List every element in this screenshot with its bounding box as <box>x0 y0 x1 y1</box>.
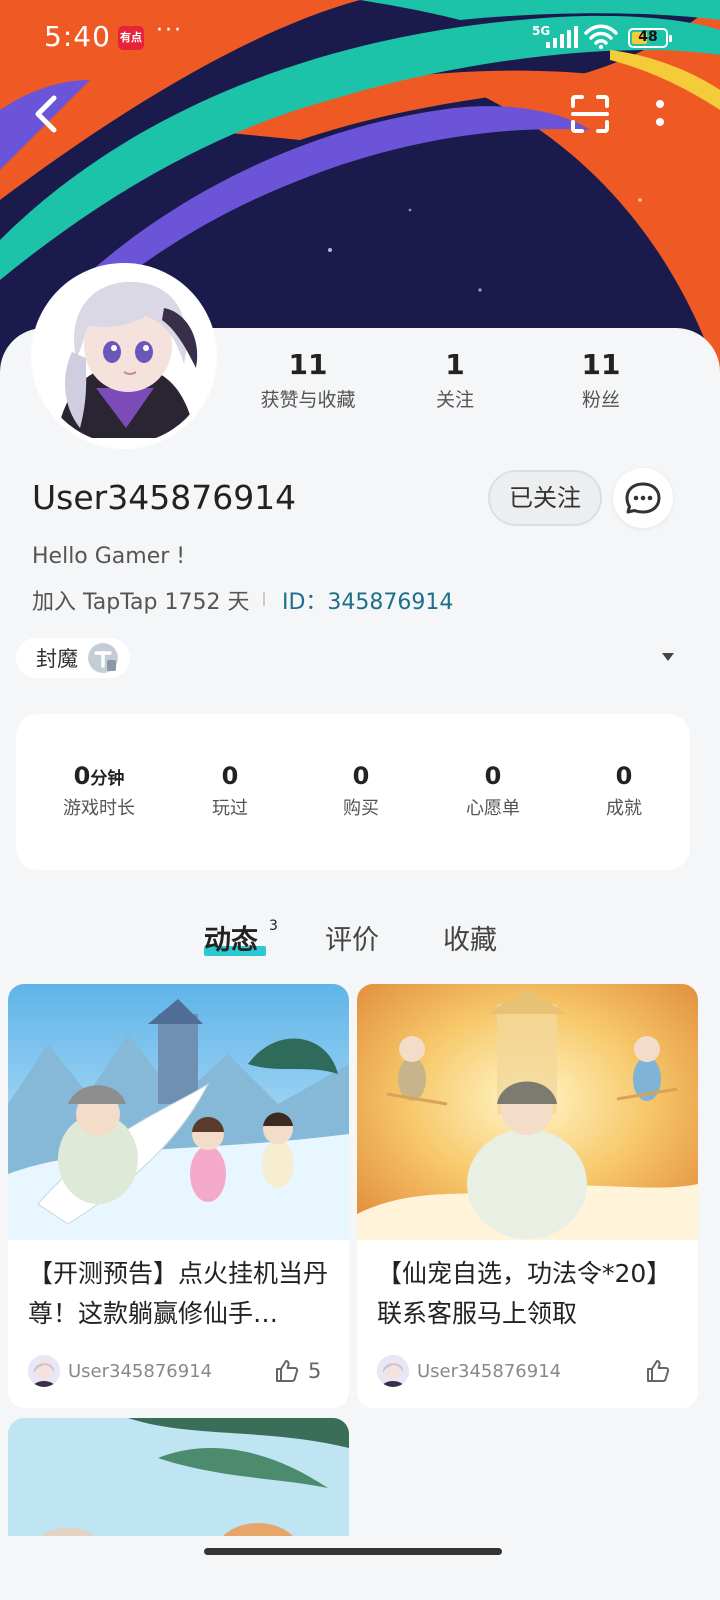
stat-label: 关注 <box>435 389 474 411</box>
wifi-icon <box>584 24 618 50</box>
likes-favorites-stat[interactable]: 11 获赞与收藏 <box>238 348 378 412</box>
following-button[interactable]: 已关注 <box>488 470 602 526</box>
stat-value: 11 <box>288 348 328 381</box>
achievements-stat[interactable]: 0 成就 <box>559 762 689 820</box>
home-indicator[interactable] <box>204 1548 502 1555</box>
like-button[interactable]: 5 <box>274 1358 321 1384</box>
wishlist-stat[interactable]: 0 心愿单 <box>428 762 558 820</box>
thumbs-up-icon <box>276 1360 299 1382</box>
followers-stat[interactable]: 11 粉丝 <box>531 348 671 412</box>
stat-label: 获赞与收藏 <box>260 389 356 411</box>
more-notifications-icon: ··· <box>156 18 183 43</box>
tab-activity[interactable]: 动态 <box>204 918 258 957</box>
playtime-stat[interactable]: 0分钟 游戏时长 <box>34 762 164 820</box>
author-avatar <box>28 1355 60 1387</box>
post-title: 【仙宠自选，功法令*20】联系客服马上领取 <box>377 1259 672 1328</box>
stat-label: 玩过 <box>212 798 248 819</box>
post-author[interactable]: User345876914 <box>28 1354 212 1388</box>
gesture-area <box>0 1536 720 1600</box>
stat-value: 0 <box>221 762 239 790</box>
purchased-stat[interactable]: 0 购买 <box>296 762 426 820</box>
like-button[interactable] <box>645 1358 679 1384</box>
signal-icon <box>546 26 578 48</box>
tag-label: 封魔 <box>36 647 78 671</box>
stat-label: 游戏时长 <box>63 798 135 819</box>
stat-unit: 分钟 <box>90 769 125 789</box>
post-cover-image <box>8 984 349 1240</box>
profile-sheet <box>0 328 720 1600</box>
post-card[interactable]: 【仙宠自选，功法令*20】联系客服马上领取 User345876914 <box>357 984 698 1408</box>
author-name: User345876914 <box>417 1360 562 1382</box>
stat-value: 1 <box>445 348 465 381</box>
user-tag[interactable]: 封魔 <box>16 638 130 678</box>
following-stat[interactable]: 1 关注 <box>385 348 525 412</box>
tab-reviews[interactable]: 评价 <box>325 918 379 957</box>
tab-favorites[interactable]: 收藏 <box>443 918 497 957</box>
stat-value: 11 <box>581 348 621 381</box>
user-bio: Hello Gamer ! <box>32 544 186 569</box>
stat-label: 购买 <box>343 798 379 819</box>
message-button[interactable] <box>613 468 673 528</box>
stat-value: 0 <box>73 762 91 790</box>
chat-bubble-icon <box>625 482 661 514</box>
user-id[interactable]: ID：345876914 <box>282 584 453 616</box>
level-badge-icon <box>88 643 118 673</box>
join-duration: 加入 TapTap 1752 天 <box>32 590 250 615</box>
stat-value: 0 <box>615 762 633 790</box>
battery-level: 48 <box>638 29 658 45</box>
back-arrow-icon[interactable] <box>28 92 68 136</box>
game-stats-card: 0分钟 游戏时长 0 玩过 0 购买 0 心愿单 0 成就 <box>16 714 690 870</box>
tab-activity-count: 3 <box>269 918 278 934</box>
stat-label: 成就 <box>606 798 642 819</box>
status-time: 5:40 <box>44 20 111 53</box>
post-cover-image <box>357 984 698 1240</box>
username: User345876914 <box>32 478 297 517</box>
battery-icon: 48 <box>628 28 672 48</box>
stat-label: 粉丝 <box>581 389 620 411</box>
stat-value: 0 <box>484 762 502 790</box>
post-title: 【开测预告】点火挂机当丹尊！这款躺赢修仙手… <box>28 1259 329 1328</box>
played-stat[interactable]: 0 玩过 <box>165 762 295 820</box>
author-name: User345876914 <box>68 1360 213 1382</box>
thumbs-up-icon <box>647 1360 670 1382</box>
more-options-icon[interactable] <box>650 96 670 132</box>
like-count: 5 <box>308 1359 322 1383</box>
scan-icon[interactable] <box>570 94 610 134</box>
post-card[interactable]: 【开测预告】点火挂机当丹尊！这款躺赢修仙手… User345876914 5 <box>8 984 349 1408</box>
user-avatar[interactable] <box>36 268 212 444</box>
expand-caret-icon[interactable] <box>662 653 674 661</box>
divider <box>263 592 265 606</box>
status-bar: 5:40 有点 ··· 5G 48 <box>0 0 720 76</box>
app-notification-icon: 有点 <box>118 26 144 50</box>
stat-label: 心愿单 <box>466 798 520 819</box>
post-author[interactable]: User345876914 <box>377 1354 561 1388</box>
stat-value: 0 <box>352 762 370 790</box>
author-avatar <box>377 1355 409 1387</box>
